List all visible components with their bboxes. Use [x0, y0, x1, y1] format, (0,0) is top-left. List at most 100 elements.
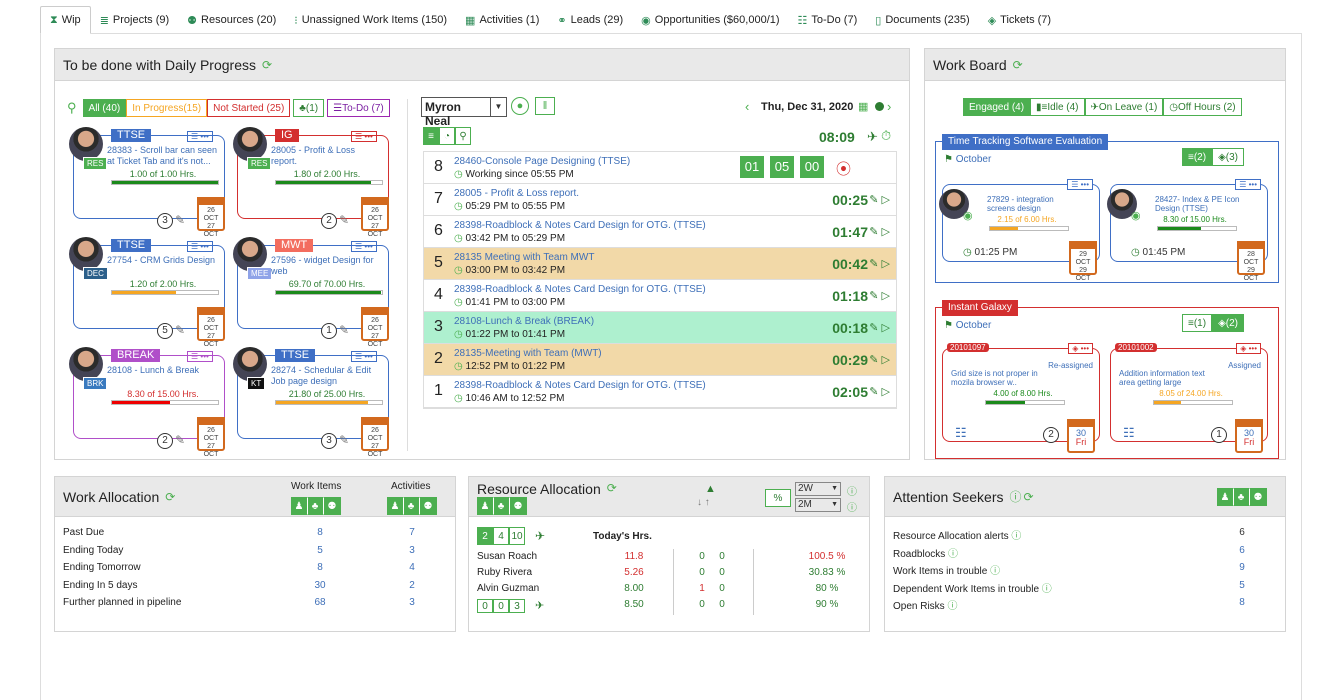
work-items-count[interactable]: 30 — [305, 580, 335, 591]
count-badge[interactable]: 1 — [321, 323, 337, 339]
card-menu-icon[interactable]: ☰ ••• — [187, 241, 213, 252]
card-menu-icon[interactable]: ☰ ••• — [1235, 179, 1261, 190]
activities-count[interactable]: 3 — [397, 545, 427, 556]
attention-count[interactable]: 5 — [1227, 580, 1257, 591]
work-items-count[interactable]: 68 — [305, 597, 335, 608]
count-badge[interactable]: 3 — [157, 213, 173, 229]
person-icon[interactable]: ♟ — [477, 497, 493, 515]
task-title[interactable]: 28383 - Scroll bar can seen at Ticket Ta… — [107, 145, 219, 167]
board-filter-1[interactable]: ▮≡ Idle (4) — [1030, 98, 1085, 116]
attention-count[interactable]: 8 — [1227, 597, 1257, 608]
search-icon[interactable]: ⚲ — [67, 100, 77, 116]
edit-play-icon[interactable]: ✎ ▷ — [869, 257, 890, 270]
edit-play-icon[interactable]: ✎ ▷ — [869, 321, 890, 334]
activities-count[interactable]: 2 — [397, 580, 427, 591]
refresh-icon[interactable]: ⟳ — [165, 490, 175, 504]
task-card[interactable]: KT TTSE ☰ ••• 28274 - Schedular & Edit Job … — [233, 347, 391, 458]
row-task[interactable]: 28398-Roadblock & Notes Card Design for … — [454, 220, 706, 231]
resource-name[interactable]: Ruby Rivera — [477, 567, 532, 578]
item-title[interactable]: 27829 - integration screens design — [987, 195, 1083, 213]
board-card[interactable]: ◉ ☰ ••• 28427- Index & PE Icon Design (TTS… — [1107, 179, 1268, 282]
task-title[interactable]: 27596 - widget Design for web — [271, 255, 383, 277]
edit-play-icon[interactable]: ✎ ▷ — [869, 353, 890, 366]
tab-2[interactable]: ⚉ Resources (20) — [178, 6, 285, 34]
total-count[interactable]: 3 — [509, 599, 525, 613]
tab-4[interactable]: ▦ Activities (1) — [456, 6, 548, 34]
days-tab-2[interactable]: 10 — [509, 527, 525, 545]
tab-6[interactable]: ◉ Opportunities ($60,000/1) — [632, 6, 788, 34]
user-icon[interactable]: ● — [511, 97, 529, 115]
card-menu-icon[interactable]: ◈ ••• — [1068, 343, 1093, 354]
item-title[interactable]: Grid size is not proper in mozila browse… — [951, 369, 1051, 387]
next-date-icon[interactable]: › — [887, 99, 891, 114]
work-items-count[interactable]: 8 — [305, 527, 335, 538]
count-badge[interactable]: 2 — [1043, 427, 1059, 443]
group-name[interactable]: Time Tracking Software Evaluation — [942, 134, 1109, 150]
work-items-toggle[interactable]: ≡ (1) — [1182, 314, 1213, 332]
total-count[interactable]: 0 — [477, 599, 493, 613]
count-badge[interactable]: 2 — [157, 433, 173, 449]
work-items-toggle[interactable]: ≡ (2) — [1182, 148, 1213, 166]
resource-name[interactable]: Alvin Guzman — [477, 583, 539, 594]
time-log-row[interactable]: 2 28135-Meeting with Team (MWT) ◷ 12:52 PM… — [424, 344, 896, 376]
row-task[interactable]: 28460-Console Page Designing (TTSE) — [454, 156, 630, 167]
refresh-icon[interactable]: ⟳ — [1013, 58, 1023, 72]
card-menu-icon[interactable]: ☰ ••• — [1067, 179, 1093, 190]
time-log-row[interactable]: 6 28398-Roadblock & Notes Card Design for… — [424, 216, 896, 248]
days-tab-0[interactable]: 2 — [477, 527, 493, 545]
attention-count[interactable]: 9 — [1227, 562, 1257, 573]
card-menu-icon[interactable]: ☰ ••• — [187, 131, 213, 142]
tab-3[interactable]: ⁝ Unassigned Work Items (150) — [285, 6, 456, 34]
task-card[interactable]: RES IG ☰ ••• 28005 - Profit & Loss report. 1… — [233, 127, 391, 238]
filter-not-started[interactable]: Not Started (25) — [207, 99, 291, 117]
group-icon[interactable]: ⚉ — [419, 497, 437, 515]
utensils-icon[interactable]: ‖ — [535, 97, 555, 115]
info-icon[interactable]: ⓘ — [1039, 584, 1052, 595]
board-filter-2[interactable]: ✈ On Leave (1) — [1084, 98, 1164, 116]
board-card[interactable]: ◉ ☰ ••• 27829 - integration screens design… — [939, 179, 1100, 282]
tab-8[interactable]: ▯ Documents (235) — [866, 6, 978, 34]
team-icon[interactable]: ♣ — [493, 497, 509, 515]
person-icon[interactable]: ♟ — [1217, 488, 1233, 506]
filter-todo[interactable]: ☰ To-Do (7) — [327, 99, 390, 117]
calendar-icon[interactable]: ▦ — [858, 100, 868, 113]
person-icon[interactable]: ♟ — [291, 497, 307, 515]
count-badge[interactable]: 3 — [321, 433, 337, 449]
person-select[interactable]: Myron Neal ▼ — [421, 97, 507, 128]
team-icon[interactable]: ♣ — [1233, 488, 1249, 506]
work-items-count[interactable]: 5 — [305, 545, 335, 556]
team-icon[interactable]: ♣ — [403, 497, 419, 515]
tab-1[interactable]: ≣ Projects (9) — [91, 6, 178, 34]
group-icon[interactable]: ⚉ — [1249, 488, 1267, 506]
range-select-1[interactable]: 2W ▼ — [795, 482, 841, 496]
time-log-row[interactable]: 8 28460-Console Page Designing (TTSE) ◷ Wo… — [424, 152, 896, 184]
edit-play-icon[interactable]: ✎ ▷ — [869, 193, 890, 206]
stop-icon[interactable]: ⦿ — [836, 158, 851, 179]
board-filter-3[interactable]: ◷ Off Hours (2) — [1163, 98, 1242, 116]
person-icon[interactable]: ♟ — [387, 497, 403, 515]
task-title[interactable]: 28005 - Profit & Loss report. — [271, 145, 383, 167]
task-title[interactable]: 28274 - Schedular & Edit Job page design — [271, 365, 383, 387]
checklist-icon[interactable]: ☷ — [955, 425, 967, 441]
task-title[interactable]: 27754 - CRM Grids Design — [107, 255, 219, 266]
row-task[interactable]: 28135 Meeting with Team MWT — [454, 252, 594, 263]
attention-count[interactable]: 6 — [1227, 527, 1257, 538]
card-menu-icon[interactable]: ☰ ••• — [187, 351, 213, 362]
refresh-icon[interactable]: ⟳ — [607, 481, 617, 495]
pie-view-icon[interactable]: ◔ — [439, 127, 455, 145]
time-log-row[interactable]: 5 28135 Meeting with Team MWT ◷ 03:00 PM t… — [424, 248, 896, 280]
count-badge[interactable]: 2 — [321, 213, 337, 229]
clip-icon[interactable]: ✎ — [339, 213, 349, 227]
days-tab-1[interactable]: 4 — [493, 527, 509, 545]
search-view-icon[interactable]: ⚲ — [455, 127, 471, 145]
clip-icon[interactable]: ✎ — [339, 323, 349, 337]
card-menu-icon[interactable]: ☰ ••• — [351, 131, 377, 142]
group-icon[interactable]: ⚉ — [323, 497, 341, 515]
time-log-row[interactable]: 3 28108-Lunch & Break (BREAK) ◷ 01:22 PM t… — [424, 312, 896, 344]
range-select-2[interactable]: 2M ▼ — [795, 498, 841, 512]
group-icon[interactable]: ⚉ — [509, 497, 527, 515]
work-items-count[interactable]: 8 — [305, 562, 335, 573]
clip-icon[interactable]: ✎ — [175, 213, 185, 227]
tickets-toggle[interactable]: ◈ (2) — [1212, 314, 1245, 332]
row-task[interactable]: 28005 - Profit & Loss report. — [454, 188, 579, 199]
